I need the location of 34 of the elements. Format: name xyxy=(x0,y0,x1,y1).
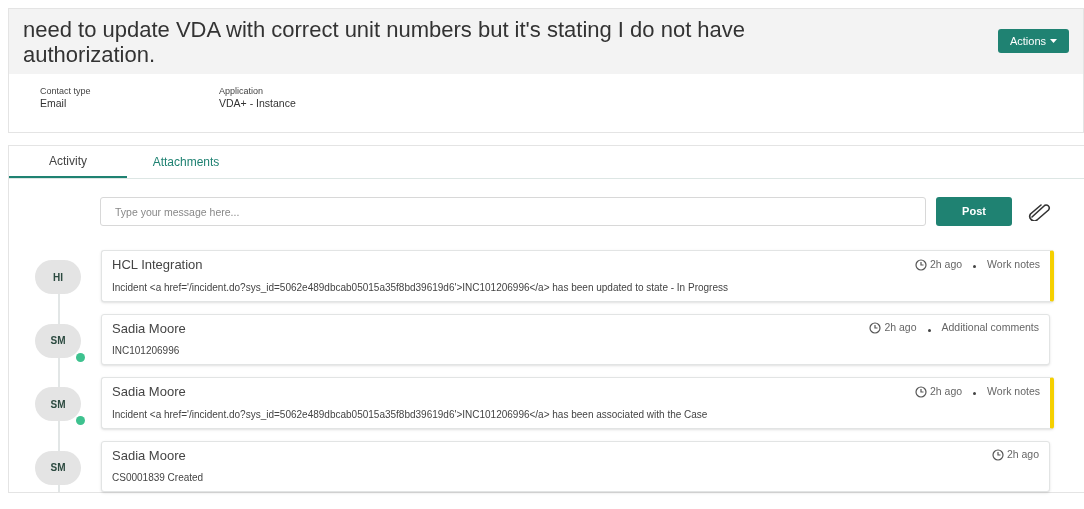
entry-text: Incident <a href='/incident.do?sys_id=5062e489dbcab05015a35f8bd39619d6'>INC101206996</a> has been associated with the Case xyxy=(112,407,709,422)
clock-icon xyxy=(869,322,882,335)
author-name: Sadia Moore xyxy=(112,446,186,465)
timestamp: 2h ago xyxy=(1006,447,1039,463)
field-value: Email xyxy=(40,97,68,110)
entry-text: Incident <a href='/incident.do?sys_id=5062e489dbcab05015a35f8bd39619d6'>INC101206996</a> has been updated to state - In Progress xyxy=(112,280,729,295)
tab[interactable]: Attachments xyxy=(127,146,245,178)
entry-type: Additional comments xyxy=(941,320,1039,336)
field-value: VDA+ - Instance xyxy=(219,97,297,110)
entry-type: Work notes xyxy=(987,256,1040,272)
field-label: Application xyxy=(219,85,265,97)
avatar: SM xyxy=(35,323,81,358)
avatar: HI xyxy=(35,260,81,294)
field-label: Contact type xyxy=(40,85,92,97)
clock-icon xyxy=(914,385,927,398)
message-field[interactable]: Type your message here... xyxy=(100,197,926,226)
author-name: Sadia Moore xyxy=(112,319,186,338)
post-button[interactable]: Post xyxy=(936,197,1012,226)
avatar: SM xyxy=(35,387,81,421)
tab[interactable]: Activity xyxy=(9,146,127,178)
clock-icon xyxy=(991,449,1004,462)
clock-icon xyxy=(914,258,927,271)
avatar: SM xyxy=(35,450,81,485)
author-name: Sadia Moore xyxy=(112,383,186,401)
timestamp: 2h ago xyxy=(884,320,917,336)
case-title: need to update VDA with correct unit numbers but it's stating I do not have authorization. xyxy=(23,17,747,67)
actions-button[interactable]: Actions xyxy=(997,29,1069,53)
entry-text: CS0001839 Created xyxy=(112,471,205,485)
timestamp: 2h ago xyxy=(929,383,963,399)
author-name: HCL Integration xyxy=(112,256,203,274)
caret-icon xyxy=(1050,39,1057,43)
entry-type: Work notes xyxy=(987,383,1040,399)
timestamp: 2h ago xyxy=(929,256,963,272)
entry-text: INC101206996 xyxy=(112,344,181,358)
